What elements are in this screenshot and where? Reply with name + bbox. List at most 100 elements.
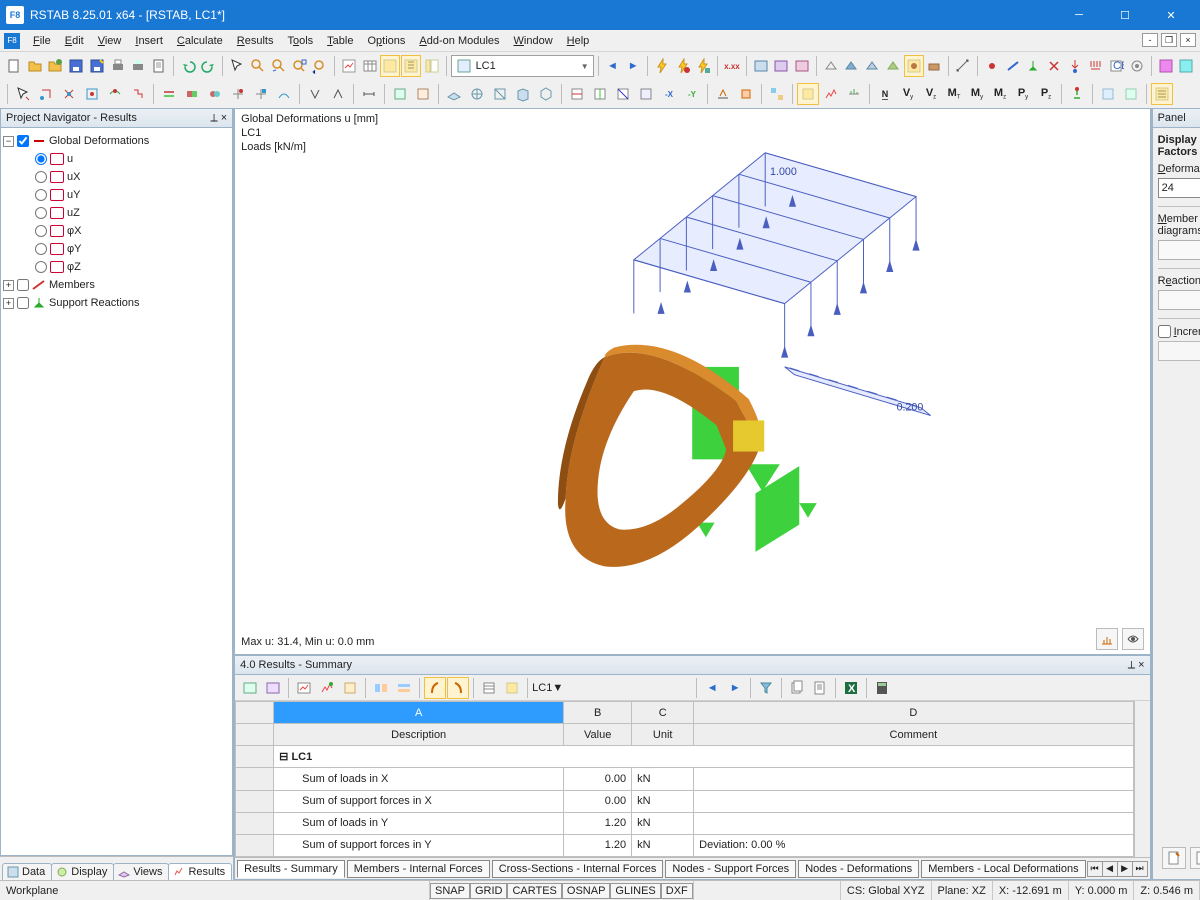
menu-insert[interactable]: Insert — [128, 33, 170, 49]
mdi-close[interactable]: × — [1180, 33, 1196, 47]
status-cartes[interactable]: CARTES — [507, 883, 561, 899]
units-icon[interactable] — [792, 55, 812, 77]
calc-all-icon[interactable] — [673, 55, 693, 77]
deformation-input[interactable] — [1159, 179, 1200, 197]
close-button[interactable]: ✕ — [1148, 0, 1194, 30]
zoom-icon[interactable] — [248, 55, 268, 77]
members-check[interactable] — [17, 279, 29, 291]
memberdiag-input[interactable] — [1159, 241, 1200, 259]
def-radio-uZ[interactable] — [35, 207, 47, 219]
menu-addon[interactable]: Add-on Modules — [412, 33, 506, 49]
rt-2[interactable] — [262, 677, 284, 699]
t2-clip4[interactable] — [635, 83, 657, 105]
rtab-members-if[interactable]: Members - Internal Forces — [347, 860, 490, 878]
t2-9[interactable] — [204, 83, 226, 105]
t2-lbl-1[interactable]: N — [874, 83, 896, 105]
calc-lightning-icon[interactable] — [652, 55, 672, 77]
navigator-tree[interactable]: − Global Deformations u uX uY uZ φX φY φ… — [0, 128, 233, 856]
t2-2[interactable] — [35, 83, 57, 105]
menu-results[interactable]: Results — [230, 33, 281, 49]
menu-help[interactable]: Help — [560, 33, 597, 49]
rt-copy[interactable] — [786, 677, 808, 699]
t2-10[interactable] — [227, 83, 249, 105]
new-icon[interactable] — [4, 55, 24, 77]
rt-4[interactable] — [316, 677, 338, 699]
status-glines[interactable]: GLINES — [610, 883, 660, 899]
status-snap[interactable]: SNAP — [430, 883, 470, 899]
t2-view3[interactable] — [489, 83, 511, 105]
navigator-icon[interactable] — [401, 55, 421, 77]
t2-ext2[interactable] — [412, 83, 434, 105]
panel-btn-1[interactable] — [1162, 847, 1186, 869]
expand-members[interactable]: + — [3, 280, 14, 291]
t2-12[interactable] — [273, 83, 295, 105]
t2-lbl-2[interactable]: Vy — [897, 83, 919, 105]
module-1-icon[interactable] — [1156, 55, 1176, 77]
t2-6[interactable] — [127, 83, 149, 105]
t2-4[interactable] — [81, 83, 103, 105]
t2-res3[interactable] — [843, 83, 865, 105]
menu-view[interactable]: View — [91, 33, 129, 49]
tab-display[interactable]: Display — [51, 863, 114, 880]
results-pin[interactable]: ⟂ — [1128, 659, 1135, 672]
model-props-icon[interactable] — [771, 55, 791, 77]
t2-14[interactable] — [327, 83, 349, 105]
rt-1[interactable] — [239, 677, 261, 699]
report-icon[interactable] — [149, 55, 169, 77]
rt-9[interactable] — [447, 677, 469, 699]
def-radio-φY[interactable] — [35, 243, 47, 255]
rtab-summary[interactable]: Results - Summary — [237, 860, 345, 878]
pan-icon[interactable] — [269, 55, 289, 77]
globaldef-check[interactable] — [17, 135, 29, 147]
def-radio-uY[interactable] — [35, 189, 47, 201]
render-color-icon[interactable] — [904, 55, 924, 77]
t2-view4[interactable] — [512, 83, 534, 105]
render-solid-icon[interactable] — [842, 55, 862, 77]
t2-clip1[interactable] — [566, 83, 588, 105]
def-radio-φZ[interactable] — [35, 261, 47, 273]
t2-view5[interactable] — [535, 83, 557, 105]
load-node-icon[interactable] — [1065, 55, 1085, 77]
maximize-button[interactable]: ☐ — [1102, 0, 1148, 30]
mdi-restore[interactable]: ❐ — [1161, 33, 1177, 47]
rt-excel[interactable]: X — [840, 677, 862, 699]
module-2-icon[interactable] — [1177, 55, 1197, 77]
show-results-icon[interactable] — [339, 55, 359, 77]
t2-xy[interactable]: -X — [658, 83, 680, 105]
render-sup-icon[interactable] — [883, 55, 903, 77]
table-icon[interactable] — [360, 55, 380, 77]
render-sec-icon[interactable] — [925, 55, 945, 77]
minimize-button[interactable]: ─ — [1056, 0, 1102, 30]
expand-toggle[interactable]: − — [3, 136, 14, 147]
cb-icon[interactable]: CB — [1106, 55, 1126, 77]
status-grid[interactable]: GRID — [470, 883, 508, 899]
navigator-pin[interactable]: ⟂ — [210, 112, 217, 125]
t2-lbl-5[interactable]: My — [966, 83, 988, 105]
vp-icon-scale[interactable] — [1096, 628, 1118, 650]
rt-3[interactable] — [293, 677, 315, 699]
menu-window[interactable]: Window — [507, 33, 560, 49]
rt-10[interactable] — [478, 677, 500, 699]
tab-data[interactable]: Data — [2, 863, 52, 880]
increments-check[interactable] — [1158, 325, 1171, 338]
menu-calculate[interactable]: Calculate — [170, 33, 230, 49]
t2-view2[interactable] — [466, 83, 488, 105]
zoom-previous-icon[interactable] — [310, 55, 330, 77]
rt-11[interactable] — [501, 677, 523, 699]
app-menu-icon[interactable]: F8 — [4, 33, 20, 49]
results-loadcase-combo[interactable]: LC1▼ — [532, 682, 692, 694]
t2-7[interactable] — [158, 83, 180, 105]
t2-xz[interactable]: -Y — [681, 83, 703, 105]
loadcase-combo[interactable]: LC1▼ — [451, 55, 594, 77]
print-graphic-icon[interactable] — [129, 55, 149, 77]
rt-next[interactable]: ► — [724, 677, 746, 699]
rt-filter[interactable] — [755, 677, 777, 699]
t2-lbl-4[interactable]: MT — [943, 83, 965, 105]
tab-results[interactable]: Results — [168, 863, 232, 880]
zoom-all-icon[interactable] — [290, 55, 310, 77]
rt-7[interactable] — [393, 677, 415, 699]
t2-last[interactable] — [1151, 83, 1173, 105]
menu-options[interactable]: Options — [360, 33, 412, 49]
support-check[interactable] — [17, 297, 29, 309]
rt-5[interactable] — [339, 677, 361, 699]
